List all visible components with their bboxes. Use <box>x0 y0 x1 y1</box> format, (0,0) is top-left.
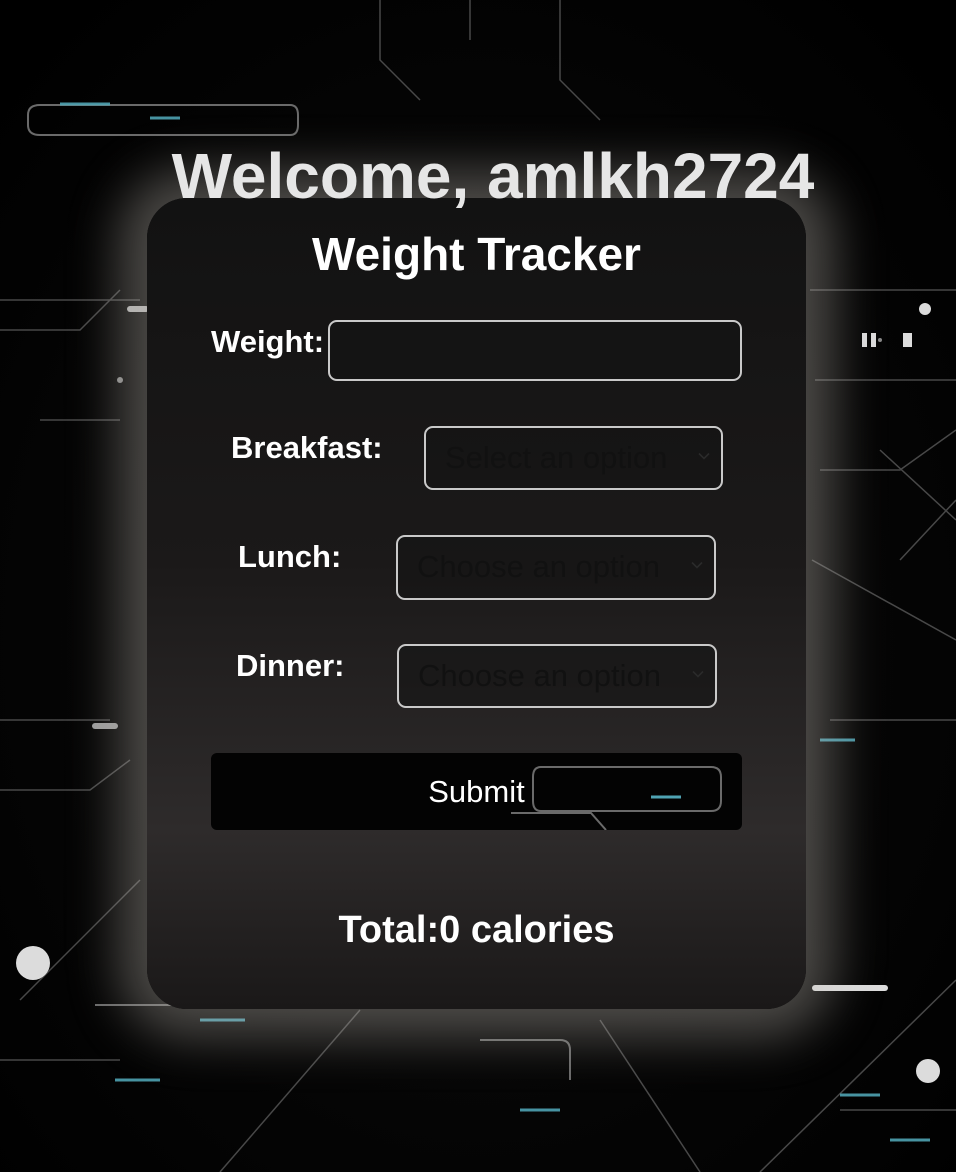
breakfast-selected-value: Select an option <box>445 440 668 475</box>
dinner-selected-value: Choose an option <box>418 658 662 693</box>
welcome-heading: Welcome, amlkh2724 <box>0 138 956 214</box>
breakfast-label: Breakfast: <box>231 430 383 465</box>
lunch-select[interactable]: Choose an option <box>396 535 716 600</box>
chevron-down-icon <box>698 452 710 460</box>
dinner-label: Dinner: <box>236 648 345 683</box>
submit-button[interactable]: Submit <box>211 753 742 830</box>
weight-input[interactable] <box>328 320 742 381</box>
chevron-down-icon <box>692 670 704 678</box>
username: amlkh2724 <box>487 140 815 212</box>
lunch-label: Lunch: <box>238 539 342 574</box>
dinner-select[interactable]: Choose an option <box>397 644 717 708</box>
weight-label: Weight: <box>211 324 325 359</box>
total-value: 0 <box>439 909 461 951</box>
total-prefix: Total: <box>338 909 440 951</box>
chevron-down-icon <box>691 561 703 569</box>
lunch-selected-value: Choose an option <box>417 549 661 584</box>
total-unit: calories <box>460 909 615 951</box>
welcome-prefix: Welcome, <box>171 140 488 212</box>
submit-label: Submit <box>428 774 525 809</box>
total-calories: Total:0 calories <box>0 905 953 955</box>
breakfast-select[interactable]: Select an option <box>424 426 723 490</box>
tracker-title: Weight Tracker <box>312 228 641 280</box>
